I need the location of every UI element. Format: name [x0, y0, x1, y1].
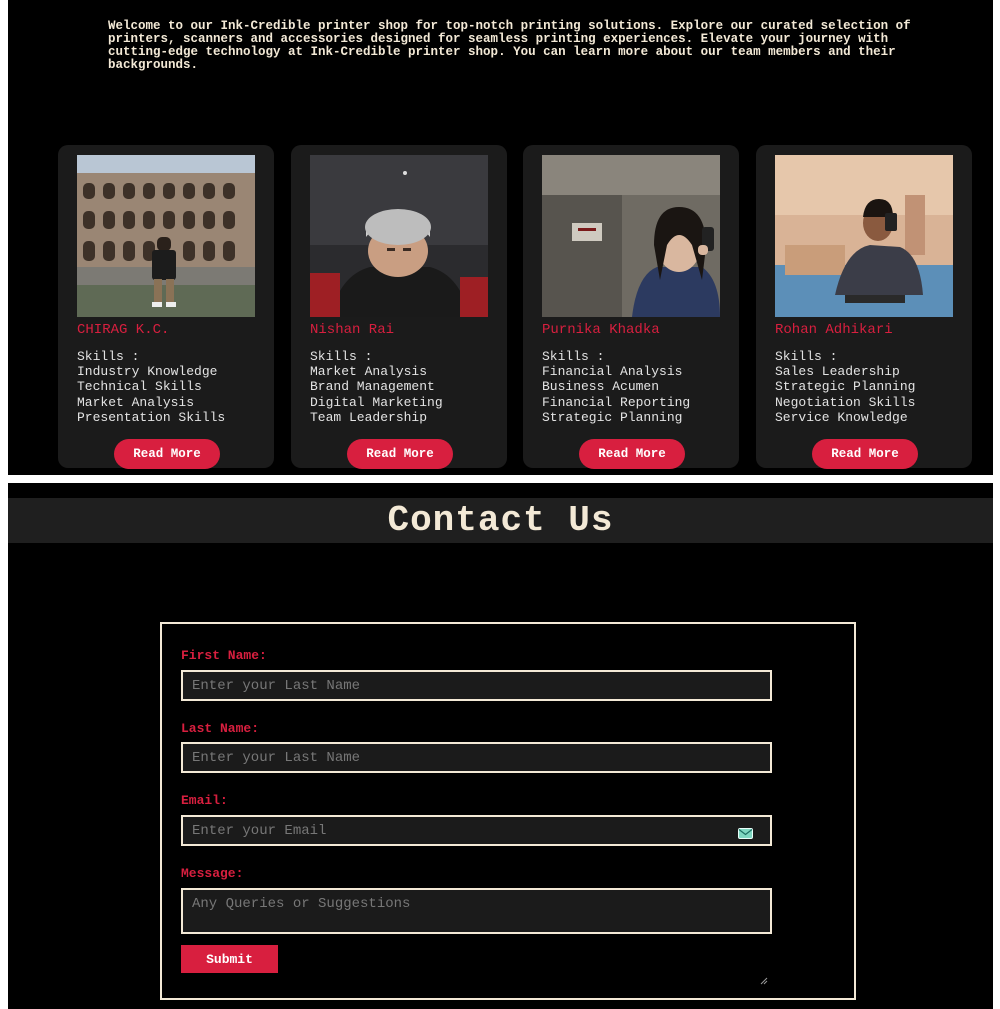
portrait-photo-image — [775, 155, 953, 317]
read-more-button[interactable]: Read More — [812, 439, 918, 469]
contact-section: Contact Us First Name: Last Name: Email:… — [8, 483, 993, 1009]
skills-label: Skills : — [310, 349, 373, 364]
skill-item: Technical Skills — [77, 379, 202, 395]
skill-item: Presentation Skills — [77, 409, 226, 425]
colosseum-photo-image — [77, 155, 255, 317]
skills-list: Financial Analysis Business Acumen Finan… — [542, 364, 690, 425]
team-photo-rohan — [775, 155, 953, 317]
skill-item: Brand Management — [310, 379, 435, 395]
first-name-label: First Name: — [181, 648, 267, 663]
skill-item: Strategic Planning — [542, 409, 683, 425]
skill-item: Market Analysis — [77, 394, 195, 410]
team-photo-chirag — [77, 155, 255, 317]
last-name-input[interactable] — [181, 742, 772, 773]
team-member-name: CHIRAG K.C. — [77, 322, 170, 338]
contact-header-bar: Contact Us — [8, 498, 993, 543]
first-name-input[interactable] — [181, 670, 772, 701]
skill-item: Negotiation Skills — [775, 394, 916, 410]
skills-label: Skills : — [77, 349, 140, 364]
resize-grip-icon[interactable] — [760, 977, 768, 985]
skill-item: Strategic Planning — [775, 379, 916, 395]
contact-title: Contact Us — [387, 500, 614, 541]
skill-item: Industry Knowledge — [77, 364, 218, 379]
team-photo-nishan — [310, 155, 488, 317]
last-name-label: Last Name: — [181, 721, 260, 736]
read-more-button[interactable]: Read More — [579, 439, 685, 469]
team-card-rohan: Rohan Adhikari Skills : Sales Leadership… — [756, 145, 972, 469]
skill-item: Team Leadership — [310, 409, 428, 425]
skills-list: Industry Knowledge Technical Skills Mark… — [77, 364, 225, 425]
submit-button[interactable]: Submit — [181, 945, 278, 973]
email-envelope-icon[interactable] — [738, 828, 753, 839]
team-card-purnika: Purnika Khadka Skills : Financial Analys… — [523, 145, 739, 469]
skill-item: Sales Leadership — [775, 364, 900, 379]
portrait-photo-image — [542, 155, 720, 317]
skills-label: Skills : — [542, 349, 605, 364]
skill-item: Financial Reporting — [542, 394, 691, 410]
skill-item: Financial Analysis — [542, 364, 683, 379]
skill-item: Service Knowledge — [775, 409, 908, 425]
skills-list: Market Analysis Brand Management Digital… — [310, 364, 443, 425]
contact-form: First Name: Last Name: Email: Message: S… — [160, 622, 856, 1000]
intro-text: Welcome to our Ink-Credible printer shop… — [108, 19, 911, 72]
team-card-nishan: Nishan Rai Skills : Market Analysis Bran… — [291, 145, 507, 469]
message-textarea[interactable] — [181, 888, 772, 934]
skill-item: Digital Marketing — [310, 394, 443, 410]
portrait-photo-image — [310, 155, 488, 317]
team-member-name: Nishan Rai — [310, 322, 395, 338]
message-label: Message: — [181, 866, 244, 881]
team-photo-purnika — [542, 155, 720, 317]
email-input[interactable] — [181, 815, 772, 846]
read-more-button[interactable]: Read More — [347, 439, 453, 469]
team-member-name: Purnika Khadka — [542, 322, 660, 338]
skill-item: Market Analysis — [310, 364, 428, 379]
team-card-chirag: CHIRAG K.C. Skills : Industry Knowledge … — [58, 145, 274, 469]
read-more-button[interactable]: Read More — [114, 439, 220, 469]
team-member-name: Rohan Adhikari — [775, 322, 893, 338]
about-section: Welcome to our Ink-Credible printer shop… — [8, 0, 993, 475]
skill-item: Business Acumen — [542, 379, 660, 395]
skills-label: Skills : — [775, 349, 838, 364]
skills-list: Sales Leadership Strategic Planning Nego… — [775, 364, 915, 425]
email-label: Email: — [181, 793, 228, 808]
